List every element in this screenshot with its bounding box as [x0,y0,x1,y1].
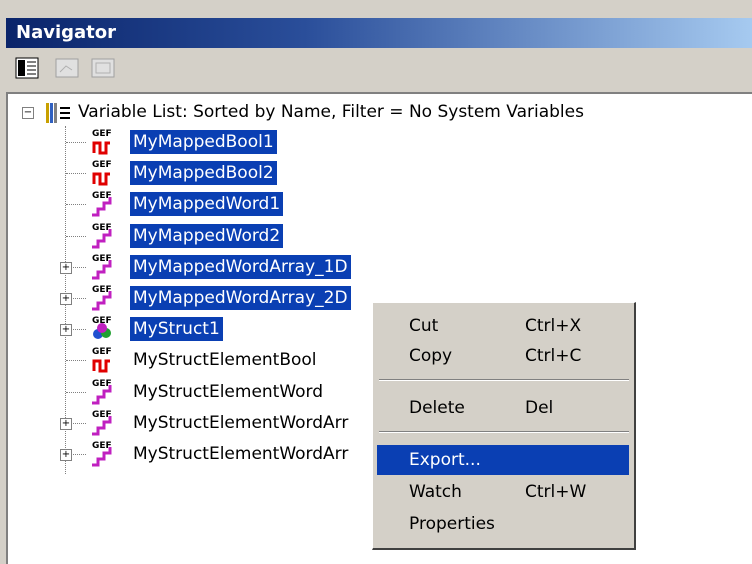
tree-item-label: MyStructElementBool [133,350,317,371]
tree-item-label: MyMappedWordArray_2D [130,286,351,310]
tree-item-label: MyStructElementWordArr [133,444,349,464]
menu-item-cut[interactable]: Cut Ctrl+X [377,311,629,341]
gef-label: GEF [92,378,112,389]
expand-icon[interactable]: + [60,324,72,337]
tree-guide-line [66,360,86,362]
bool-gef-icon: GEF [88,347,118,373]
tree-root-label[interactable]: Variable List: Sorted by Name, Filter = … [78,98,584,126]
tree-item-label: MyMappedWord1 [130,192,284,217]
gef-label: GEF [92,191,112,202]
tree-view-icon[interactable] [14,56,40,80]
menu-item-watch[interactable]: Watch Ctrl+W [377,477,629,507]
gef-label: GEF [92,222,112,233]
disabled-icon-2[interactable] [90,56,116,80]
toolbar [6,48,752,88]
gef-label: GEF [92,441,112,451]
tree-item-label: MyStruct1 [129,316,224,343]
word-gef-icon: GEF [88,441,118,467]
menu-separator [379,379,629,381]
disabled-icon-1[interactable] [54,56,80,80]
expand-icon[interactable]: + [60,449,72,461]
context-menu: Cut Ctrl+X Copy Ctrl+C Delete Del Export… [372,302,636,550]
struct-gef-icon: GEF [88,316,118,342]
gef-label: GEF [92,285,112,295]
menu-item-export[interactable]: Export... [377,445,629,475]
word-gef-icon: GEF [88,285,118,311]
tree-guide-line [66,235,86,237]
title-bar: Navigator [6,18,752,48]
bool-gef-icon: GEF [88,129,118,155]
gef-label: GEF [92,160,112,171]
tree-item-label: MyMappedWord2 [130,223,284,248]
gef-label: GEF [92,347,112,358]
expand-icon[interactable]: + [60,261,72,274]
tree-guide-line [66,142,86,143]
word-gef-icon: GEF [88,223,118,249]
tree-item-label: MyMappedWordArray_1D [130,254,351,279]
word-gef-icon: GEF [88,410,118,436]
collapse-icon[interactable]: − [22,107,34,119]
expand-icon[interactable]: + [60,417,72,430]
tree-guide-line [66,173,86,175]
tree-item-label: MyMappedBool1 [130,130,277,154]
menu-item-delete[interactable]: Delete Del [377,393,629,423]
bool-gef-icon: GEF [88,160,118,186]
word-gef-icon: GEF [88,191,118,217]
tree-item-label: MyStructElementWordArr [133,412,349,433]
navigator-panel: Navigator − Variable List: Sorted by Nam… [0,0,752,564]
gef-label: GEF [92,129,112,139]
gef-label: GEF [92,253,112,264]
variable-list-icon [42,100,74,126]
menu-item-properties[interactable]: Properties [377,509,629,539]
gef-label: GEF [92,316,112,327]
word-gef-icon: GEF [88,254,118,280]
word-gef-icon: GEF [88,379,118,405]
tree-item-label: MyStructElementWord [133,381,324,402]
window-title: Navigator [16,22,116,43]
expand-icon[interactable]: + [60,293,72,305]
tree-guide-line [66,391,86,393]
menu-separator [379,431,629,433]
tree-item-label: MyMappedBool2 [130,161,277,186]
menu-item-copy[interactable]: Copy Ctrl+C [377,341,629,371]
gef-label: GEF [92,409,112,420]
tree-guide-line [66,204,86,206]
